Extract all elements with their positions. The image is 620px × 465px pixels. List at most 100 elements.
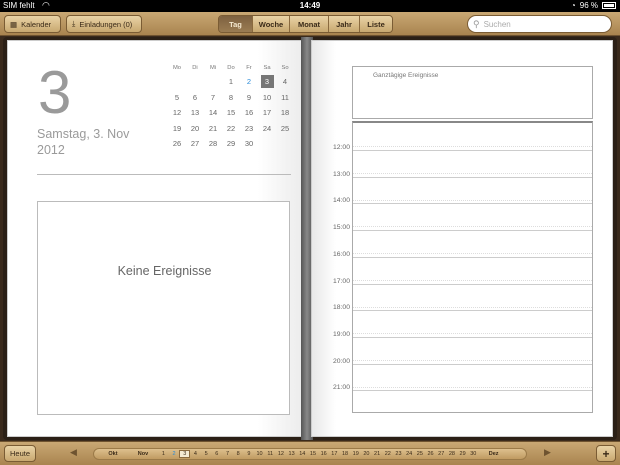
strip-month-next[interactable]: Dez — [479, 451, 509, 457]
mini-calendar-day[interactable]: 12 — [168, 106, 186, 122]
right-page: Ganztägige Ereignisse 12:00 13:00 14:00 15:… — [311, 40, 613, 437]
mini-calendar-day[interactable]: 27 — [186, 137, 204, 153]
mini-calendar-day[interactable]: 10 — [258, 91, 276, 107]
strip-day[interactable]: 9 — [244, 451, 255, 457]
add-event-button[interactable]: + — [596, 445, 616, 462]
invitations-button-label: Einladungen (0) — [79, 19, 133, 29]
strip-day[interactable]: 11 — [265, 451, 276, 457]
mini-calendar-day — [258, 137, 276, 153]
mini-calendar-day[interactable]: 24 — [258, 122, 276, 138]
strip-day[interactable]: 26 — [425, 451, 436, 457]
mini-calendar-day[interactable]: 1 — [222, 75, 240, 91]
strip-day[interactable]: 17 — [329, 451, 340, 457]
mini-calendar-day[interactable]: 19 — [168, 122, 186, 138]
all-day-section[interactable]: Ganztägige Ereignisse — [352, 66, 593, 119]
strip-day[interactable]: 16 — [318, 451, 329, 457]
hour-label: 16:00 — [332, 250, 350, 258]
strip-day[interactable]: 1 — [158, 451, 169, 457]
top-toolbar: ▦ Kalender ⤓ Einladungen (0) Tag Woche M… — [0, 12, 620, 36]
strip-day[interactable]: 13 — [286, 451, 297, 457]
mini-calendar-day[interactable]: 17 — [258, 106, 276, 122]
strip-day[interactable]: 6 — [211, 451, 222, 457]
strip-day[interactable]: 28 — [447, 451, 458, 457]
strip-day[interactable]: 15 — [308, 451, 319, 457]
strip-day[interactable]: 27 — [436, 451, 447, 457]
strip-day[interactable]: 14 — [297, 451, 308, 457]
hour-line — [353, 363, 592, 365]
mini-calendar-day[interactable]: 26 — [168, 137, 186, 153]
mini-calendar-day[interactable]: 15 — [222, 106, 240, 122]
mini-calendar-day[interactable]: 3 — [258, 75, 276, 91]
strip-day[interactable]: 29 — [457, 451, 468, 457]
strip-day[interactable]: 23 — [393, 451, 404, 457]
strip-day[interactable]: 24 — [404, 451, 415, 457]
mini-calendar-day[interactable]: 23 — [240, 122, 258, 138]
mini-calendar-day[interactable]: 29 — [222, 137, 240, 153]
hour-label: 19:00 — [332, 330, 350, 338]
strip-day[interactable]: 25 — [415, 451, 426, 457]
today-button[interactable]: Heute — [4, 445, 36, 462]
strip-day[interactable]: 2 — [169, 451, 180, 457]
strip-day[interactable]: 12 — [276, 451, 287, 457]
strip-month-prev[interactable]: Okt — [98, 451, 128, 457]
half-hour-line — [353, 199, 592, 201]
weekday-label: Mo — [172, 65, 182, 71]
strip-day[interactable]: 19 — [350, 451, 361, 457]
mini-calendar-weekdays: Mo Di Mi Do Fr Sa So — [168, 65, 294, 75]
mini-calendar-day[interactable]: 16 — [240, 106, 258, 122]
strip-day[interactable]: 7 — [222, 451, 233, 457]
tab-list[interactable]: Liste — [360, 16, 392, 32]
mini-calendar-day[interactable]: 13 — [186, 106, 204, 122]
mini-calendar-day[interactable]: 9 — [240, 91, 258, 107]
mini-calendar-day[interactable]: 11 — [276, 91, 294, 107]
year-label: 2012 — [37, 143, 65, 158]
mini-calendar-day[interactable]: 8 — [222, 91, 240, 107]
tab-year[interactable]: Jahr — [329, 16, 360, 32]
strip-day[interactable]: 18 — [340, 451, 351, 457]
next-arrow-icon[interactable]: ▶ — [544, 447, 551, 458]
mini-calendar-day[interactable]: 28 — [204, 137, 222, 153]
search-box: ⚲ — [467, 15, 612, 33]
strip-day[interactable]: 30 — [468, 451, 479, 457]
mini-calendar-day[interactable]: 6 — [186, 91, 204, 107]
search-input[interactable] — [483, 19, 604, 29]
prev-arrow-icon[interactable]: ◀ — [70, 447, 77, 458]
battery-fill — [604, 4, 614, 7]
calendars-button[interactable]: ▦ Kalender — [4, 15, 61, 33]
calendars-button-label: Kalender — [21, 19, 52, 29]
invitations-button[interactable]: ⤓ Einladungen (0) — [66, 15, 142, 33]
half-hour-line — [353, 279, 592, 281]
mini-calendar-day[interactable]: 2 — [240, 75, 258, 91]
battery-icon — [602, 2, 616, 9]
strip-day[interactable]: 10 — [254, 451, 265, 457]
mini-calendar-day[interactable]: 21 — [204, 122, 222, 138]
hour-line — [353, 336, 592, 338]
half-hour-line — [353, 306, 592, 308]
mini-calendar-day[interactable]: 14 — [204, 106, 222, 122]
mini-calendar-day[interactable]: 7 — [204, 91, 222, 107]
strip-day[interactable]: 4 — [190, 451, 201, 457]
mini-calendar-day[interactable]: 25 — [276, 122, 294, 138]
tab-week[interactable]: Woche — [253, 16, 290, 32]
mini-calendar-day[interactable]: 5 — [168, 91, 186, 107]
strip-day[interactable]: 5 — [201, 451, 212, 457]
mini-calendar-day[interactable]: 30 — [240, 137, 258, 153]
strip-day[interactable]: 20 — [361, 451, 372, 457]
strip-day[interactable]: 22 — [382, 451, 393, 457]
mini-calendar-day[interactable]: 4 — [276, 75, 294, 91]
tab-month[interactable]: Monat — [290, 16, 329, 32]
day-timeline[interactable] — [352, 121, 593, 413]
strip-day[interactable]: 21 — [372, 451, 383, 457]
hour-label: 21:00 — [332, 384, 350, 392]
events-box: Keine Ereignisse — [37, 201, 290, 415]
date-heading: Samstag, 3. Nov 2012 — [37, 126, 147, 159]
strip-day[interactable]: 3 — [179, 450, 191, 458]
strip-month-current[interactable]: Nov — [128, 451, 158, 457]
status-bar: SIM fehlt ◠ 14:49 ◔ 96 % — [0, 0, 620, 12]
tab-day[interactable]: Tag — [219, 16, 253, 32]
half-hour-line — [353, 333, 592, 335]
mini-calendar-day[interactable]: 18 — [276, 106, 294, 122]
mini-calendar-day[interactable]: 22 — [222, 122, 240, 138]
mini-calendar-day[interactable]: 20 — [186, 122, 204, 138]
strip-day[interactable]: 8 — [233, 451, 244, 457]
